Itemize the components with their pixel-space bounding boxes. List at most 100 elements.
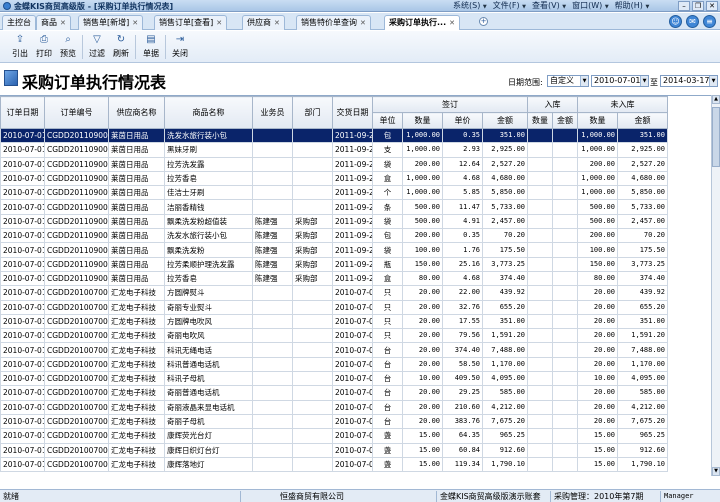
table-row[interactable]: 2010-07-01CGDD20100700015汇龙电子科技康辉日织灯台灯 20… [0, 442, 668, 458]
tab-sales-special-price[interactable]: 销售特价单查询 ✕ [296, 15, 371, 30]
export-button[interactable]: ⇪ 引出 [8, 34, 32, 60]
cell-order-date: 2010-07-01 [0, 299, 45, 315]
tab-close-icon[interactable]: ✕ [449, 19, 455, 27]
header-product[interactable]: 商品名称 [164, 96, 253, 129]
header-salesman[interactable]: 业务员 [252, 96, 293, 129]
minimize-icon[interactable]: – [678, 1, 690, 11]
cell-supplier: 莱茵日用品 [108, 270, 165, 287]
scroll-up-icon[interactable]: ▲ [712, 95, 720, 104]
table-row[interactable]: 2010-07-01CGDD20110900001莱茵日用品飘柔洗发粉陈建强采购… [0, 242, 668, 258]
restore-icon[interactable]: ❐ [692, 1, 704, 11]
tab-close-icon[interactable]: ✕ [132, 19, 138, 27]
menu-system[interactable]: 系统(S) ▼ [450, 0, 490, 12]
table-row[interactable]: 2010-07-01CGDD20100700015汇龙电子科技奇丽液晶来显电话机… [0, 399, 668, 415]
document-button[interactable]: ▤ 单据 [140, 34, 162, 60]
table-row[interactable]: 2010-07-01CGDD20100700015汇龙电子科技奇丽普通电话机 20… [0, 385, 668, 401]
table-row[interactable]: 2010-07-01CGDD20100700015汇龙电子科技方圆牌熨斗 2010… [0, 285, 668, 301]
smiley-icon[interactable]: ☺ [669, 15, 682, 28]
cell-salesman [252, 142, 293, 158]
table-row[interactable]: 2010-07-01CGDD20100700015汇龙电子科技科讯无绳电话 201… [0, 342, 668, 358]
header-unit[interactable]: 单位 [372, 112, 403, 129]
list-icon[interactable]: ≡ [703, 15, 716, 28]
cell-ordered-price: 64.35 [442, 428, 483, 444]
header-dept[interactable]: 部门 [292, 96, 333, 129]
cell-notin-qty: 15.00 [577, 442, 618, 458]
tab-close-icon[interactable]: ✕ [216, 19, 222, 27]
tab-purchase-order-execution[interactable]: 采购订单执行... ✕ [384, 15, 460, 30]
table-row[interactable]: 2010-07-01CGDD20110900002莱茵日用品黑妹牙刷 2011-0… [0, 142, 668, 158]
table-row[interactable]: 2010-07-01CGDD20110900001莱茵日用品洗发水旅行装小包陈建… [0, 228, 668, 244]
header-ordered-amount[interactable]: 金额 [482, 112, 528, 129]
preview-button[interactable]: ⌕ 预览 [56, 34, 80, 60]
table-row[interactable]: 2010-07-01CGDD20110900002莱茵日用品洗发水旅行装小包 20… [0, 127, 668, 144]
cell-notin-qty: 20.00 [577, 399, 618, 415]
table-row[interactable]: 2010-07-01CGDD20110900002莱茵日用品拉芳香皂 2011-0… [0, 170, 668, 187]
table-row[interactable]: 2010-07-01CGDD20110900002莱茵日用品佳洁士牙刷 2011-… [0, 185, 668, 201]
table-row[interactable]: 2010-07-01CGDD20100700015汇龙电子科技奇丽电吹风 2010… [0, 328, 668, 344]
header-delivery-date[interactable]: 交货日期 [332, 96, 373, 129]
cell-salesman: 陈建强 [252, 213, 293, 230]
filter-button[interactable]: ▽ 过滤 [86, 34, 108, 60]
table-row[interactable]: 2010-07-01CGDD20100700015汇龙电子科技康辉落地灯 2010… [0, 456, 668, 473]
date-from-picker[interactable]: 2010-07-01 ▼ [591, 75, 649, 87]
toolbar-divider [135, 35, 136, 59]
menu-help[interactable]: 帮助(H) ▼ [612, 0, 653, 12]
date-range-mode-select[interactable]: 自定义 ▼ [547, 75, 589, 87]
refresh-button[interactable]: ↻ 刷新 [110, 34, 132, 60]
refresh-icon: ↻ [116, 34, 126, 45]
cell-unit: 只 [372, 313, 403, 330]
header-supplier[interactable]: 供应商名称 [108, 96, 165, 129]
tab-console[interactable]: 主控台 [2, 15, 36, 30]
scroll-down-icon[interactable]: ▼ [712, 467, 720, 476]
add-tab-icon[interactable]: + [479, 17, 488, 26]
tab-supplier[interactable]: 供应商 ✕ [242, 15, 285, 30]
menu-view[interactable]: 查看(V) ▼ [529, 0, 569, 12]
cell-in-amount [552, 413, 578, 430]
print-button[interactable]: ⎙ 打印 [32, 34, 56, 60]
table-row[interactable]: 2010-07-01CGDD20100700015汇龙电子科技方圆牌电吹风 201… [0, 313, 668, 330]
scroll-thumb[interactable] [712, 107, 720, 167]
cell-dept [292, 313, 333, 330]
menu-window[interactable]: 窗口(W) ▼ [569, 0, 612, 12]
table-row[interactable]: 2010-07-01CGDD20110900001莱茵日用品拉芳柔顺护理洗发露陈… [0, 256, 668, 272]
header-notin-qty[interactable]: 数量 [577, 112, 618, 129]
tab-close-icon[interactable]: ✕ [60, 19, 66, 27]
cell-notin-amount: 1,591.20 [617, 328, 668, 344]
date-to-picker[interactable]: 2014-03-17 ▼ [660, 75, 718, 87]
cell-salesman: 陈建强 [252, 228, 293, 244]
message-icon[interactable]: ✉ [686, 15, 699, 28]
cell-order-no: CGDD20100700015 [44, 456, 109, 473]
table-row[interactable]: 2010-07-01CGDD20110900002莱茵日用品洁丽香精钱 2011-… [0, 199, 668, 215]
table-row[interactable]: 2010-07-01CGDD20100700015汇龙电子科技奇丽子母机 2010… [0, 413, 668, 430]
tab-sales-order-view[interactable]: 销售订单[查看] ✕ [154, 15, 228, 30]
header-notin-amount[interactable]: 金额 [617, 112, 668, 129]
vertical-scrollbar[interactable]: ▲ ▼ [711, 95, 720, 476]
cell-notin-amount: 439.92 [617, 285, 668, 301]
table-row[interactable]: 2010-07-01CGDD20110900001莱茵日用品飘柔洗发粉超值装陈建… [0, 213, 668, 230]
menu-file[interactable]: 文件(F) ▼ [490, 0, 529, 12]
table-row[interactable]: 2010-07-01CGDD20100700015汇龙电子科技奇丽专业熨斗 201… [0, 299, 668, 315]
table-row[interactable]: 2010-07-01CGDD20100700015汇龙电子科技科讯普通电话机 20… [0, 356, 668, 373]
cell-ordered-amount: 351.00 [482, 127, 528, 144]
header-in-amount[interactable]: 金额 [552, 112, 578, 129]
header-order-date[interactable]: 订单日期 [0, 96, 45, 129]
header-ordered-price[interactable]: 单价 [442, 112, 483, 129]
table-row[interactable]: 2010-07-01CGDD20100700015汇龙电子科技康辉荧光台灯 201… [0, 428, 668, 444]
table-row[interactable]: 2010-07-01CGDD20100700015汇龙电子科技科讯子母机 2010… [0, 371, 668, 387]
cell-notin-qty: 20.00 [577, 313, 618, 330]
cell-in-qty [527, 428, 553, 444]
header-ordered-qty[interactable]: 数量 [402, 112, 443, 129]
cell-order-date: 2010-07-01 [0, 156, 45, 172]
table-row[interactable]: 2010-07-01CGDD20110900002莱茵日用品拉芳洗发露 2011-… [0, 156, 668, 172]
table-row[interactable]: 2010-07-01CGDD20110900001莱茵日用品拉芳香皂陈建强采购部… [0, 270, 668, 287]
header-order-no[interactable]: 订单编号 [44, 96, 109, 129]
close-button[interactable]: ⇥ 关闭 [169, 34, 191, 60]
header-in-qty[interactable]: 数量 [527, 112, 553, 129]
tab-close-icon[interactable]: ✕ [360, 19, 366, 27]
cell-salesman [252, 442, 293, 458]
tab-close-icon[interactable]: ✕ [274, 19, 280, 27]
tab-product[interactable]: 商品 ✕ [36, 15, 71, 30]
window-close-icon[interactable]: ✕ [706, 1, 718, 11]
cell-in-qty [527, 242, 553, 258]
tab-sales-order-new[interactable]: 销售单[新增] ✕ [78, 15, 144, 30]
